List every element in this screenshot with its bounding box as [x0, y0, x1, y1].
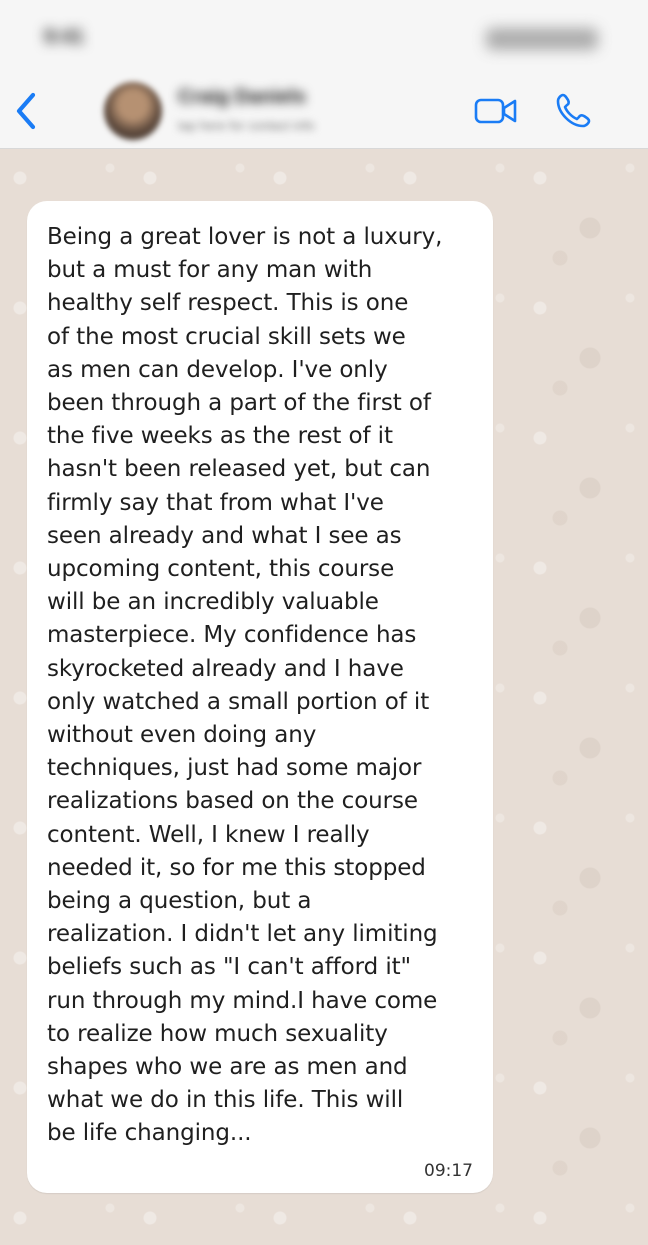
message-line: will be an incredibly valuable [47, 589, 379, 616]
message-line: of the most crucial skill sets we [47, 323, 406, 350]
message-line: without even doing any [47, 722, 317, 749]
message-line: skyrocketed already and I have [47, 655, 404, 682]
message-line: been through a part of the first of [47, 390, 431, 417]
status-bar: 9:41 [0, 0, 648, 74]
message-line: upcoming content, this course [47, 556, 395, 583]
message-line: Being a great lover is not a luxury, [47, 224, 443, 250]
video-call-button[interactable] [470, 90, 522, 132]
message-line: shapes who we are as men and [47, 1054, 408, 1081]
message-line: content. Well, I knew I really [47, 821, 370, 848]
message-line: what we do in this life. This will [47, 1087, 404, 1114]
message-line: seen already and what I see as [47, 522, 402, 549]
phone-icon [556, 93, 591, 128]
message-line: only watched a small portion of it [47, 688, 430, 715]
message-line: masterpiece. My confidence has [47, 622, 417, 649]
message-line: being a question, but a [47, 888, 312, 915]
message-line: hasn't been released yet, but can [47, 456, 431, 483]
video-camera-icon [474, 98, 517, 124]
contact-avatar[interactable] [104, 82, 162, 140]
message-line: healthy self respect. This is one [47, 290, 409, 317]
status-indicators [486, 28, 598, 50]
message-line: run through my mind.I have come [47, 987, 438, 1014]
message-timestamp: 09:17 [424, 1161, 473, 1181]
message-line: as men can develop. I've only [47, 356, 388, 383]
message-line: techniques, just had some major [47, 755, 422, 782]
message-line: realizations based on the course [47, 788, 418, 815]
message-line: the five weeks as the rest of it [47, 423, 393, 450]
message-line: firmly say that from what I've [47, 489, 384, 516]
message-line: beliefs such as "I can't afford it" [47, 954, 412, 981]
contact-status: tap here for contact info [178, 118, 315, 133]
message-text: Being a great lover is not a luxury, but … [47, 221, 473, 1151]
chat-header: Craig Daniels tap here for contact info [0, 74, 648, 149]
voice-call-button[interactable] [550, 86, 598, 134]
message-bubble[interactable]: Being a great lover is not a luxury, but … [27, 201, 493, 1193]
message-line: be life changing... [47, 1120, 252, 1147]
chevron-left-icon [16, 92, 36, 130]
message-line: needed it, so for me this stopped [47, 854, 426, 881]
status-time: 9:41 [44, 26, 85, 48]
message-line: realization. I didn't let any limiting [47, 921, 438, 948]
contact-name[interactable]: Craig Daniels [178, 86, 348, 112]
message-line: but a must for any man with [47, 257, 373, 284]
message-line: to realize how much sexuality [47, 1020, 388, 1047]
back-button[interactable] [6, 86, 46, 136]
